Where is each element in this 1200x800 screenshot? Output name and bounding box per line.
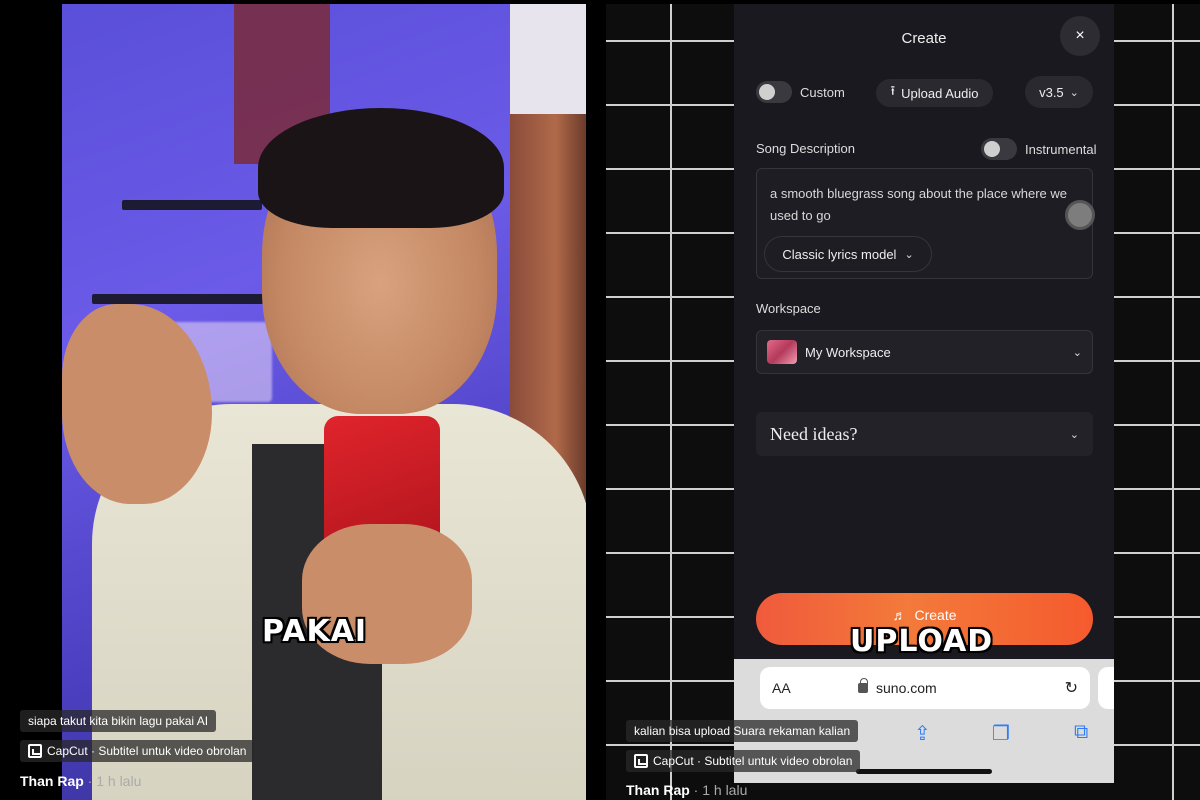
shelf xyxy=(122,200,262,210)
chevron-down-icon: ⌄ xyxy=(1069,428,1079,441)
reload-icon[interactable]: ↻ xyxy=(1065,678,1078,698)
instrumental-toggle[interactable] xyxy=(981,138,1017,160)
workspace-thumbnail xyxy=(767,340,797,364)
upload-label: Upload Audio xyxy=(901,85,979,101)
close-icon: × xyxy=(1075,27,1085,44)
home-indicator xyxy=(856,769,992,774)
version-select[interactable]: v3.5 ⌄ xyxy=(1025,76,1093,108)
author-name: Than Rap xyxy=(20,773,84,789)
workspace-select[interactable]: My Workspace ⌄ xyxy=(756,330,1093,374)
text-size-button[interactable]: AA xyxy=(772,680,852,696)
share-icon[interactable]: ⇪ xyxy=(914,721,931,746)
create-label: Create xyxy=(914,607,957,623)
suno-create-panel: Create × Custom ⭱ Upload Audio v3.5 ⌄ So… xyxy=(734,4,1114,664)
author-name: Than Rap xyxy=(626,782,690,798)
right-video-title: kalian bisa upload Suara rekaman kalian xyxy=(626,720,859,742)
left-video-frame xyxy=(62,4,586,800)
chevron-down-icon: ⌄ xyxy=(904,248,914,261)
description-text: a smooth bluegrass song about the place … xyxy=(770,186,1068,223)
version-value: v3.5 xyxy=(1039,84,1064,100)
url-text: suno.com xyxy=(876,680,937,696)
post-time: · 1 h lalu xyxy=(83,773,142,789)
address-bar[interactable]: AA suno.com ↻ xyxy=(760,667,1090,709)
need-ideas-accordion[interactable]: Need ideas? ⌄ xyxy=(756,412,1093,456)
custom-label: Custom xyxy=(800,85,845,100)
chevron-down-icon: ⌄ xyxy=(1072,346,1082,359)
next-tab-preview[interactable] xyxy=(1098,667,1114,709)
capcut-icon xyxy=(28,744,42,758)
drag-handle[interactable] xyxy=(1065,200,1095,230)
bookmarks-icon[interactable]: ❐ xyxy=(992,721,1010,746)
instrumental-label: Instrumental xyxy=(1025,142,1097,157)
left-capcut-chip[interactable]: CapCut · Subtitel untuk video obrolan xyxy=(20,740,255,762)
tabs-icon[interactable]: ⧉ xyxy=(1074,721,1088,744)
need-ideas-label: Need ideas? xyxy=(770,423,858,444)
upload-icon: ⭱ xyxy=(890,83,896,98)
music-note-icon: ♬ xyxy=(892,607,907,623)
close-button[interactable]: × xyxy=(1060,16,1100,56)
post-time: · 1 h lalu xyxy=(689,782,748,798)
capcut-icon xyxy=(634,754,648,768)
shelf xyxy=(92,294,272,304)
chevron-down-icon: ⌄ xyxy=(1069,86,1079,99)
lyrics-model-select[interactable]: Classic lyrics model ⌄ xyxy=(764,236,932,272)
lock-icon xyxy=(858,678,868,693)
person-hair xyxy=(258,108,504,228)
upload-audio-button[interactable]: ⭱ Upload Audio xyxy=(876,79,993,107)
left-caption-word: PAKAI xyxy=(262,614,368,649)
capcut-text: CapCut · Subtitel untuk video obrolan xyxy=(653,754,853,768)
curtain-top xyxy=(510,4,586,114)
workspace-value: My Workspace xyxy=(805,344,891,360)
song-description-label: Song Description xyxy=(756,141,855,156)
right-author[interactable]: Than Rap · 1 h lalu xyxy=(626,782,747,798)
lyrics-model-value: Classic lyrics model xyxy=(782,246,897,262)
right-capcut-chip[interactable]: CapCut · Subtitel untuk video obrolan xyxy=(626,750,861,772)
panel-title: Create xyxy=(901,30,947,47)
left-video-title: siapa takut kita bikin lagu pakai AI xyxy=(20,710,217,732)
workspace-label: Workspace xyxy=(756,301,821,316)
right-caption-word: UPLOAD xyxy=(850,624,994,659)
capcut-text: CapCut · Subtitel untuk video obrolan xyxy=(47,744,247,758)
left-author[interactable]: Than Rap · 1 h lalu xyxy=(20,773,141,789)
custom-toggle[interactable] xyxy=(756,81,792,103)
